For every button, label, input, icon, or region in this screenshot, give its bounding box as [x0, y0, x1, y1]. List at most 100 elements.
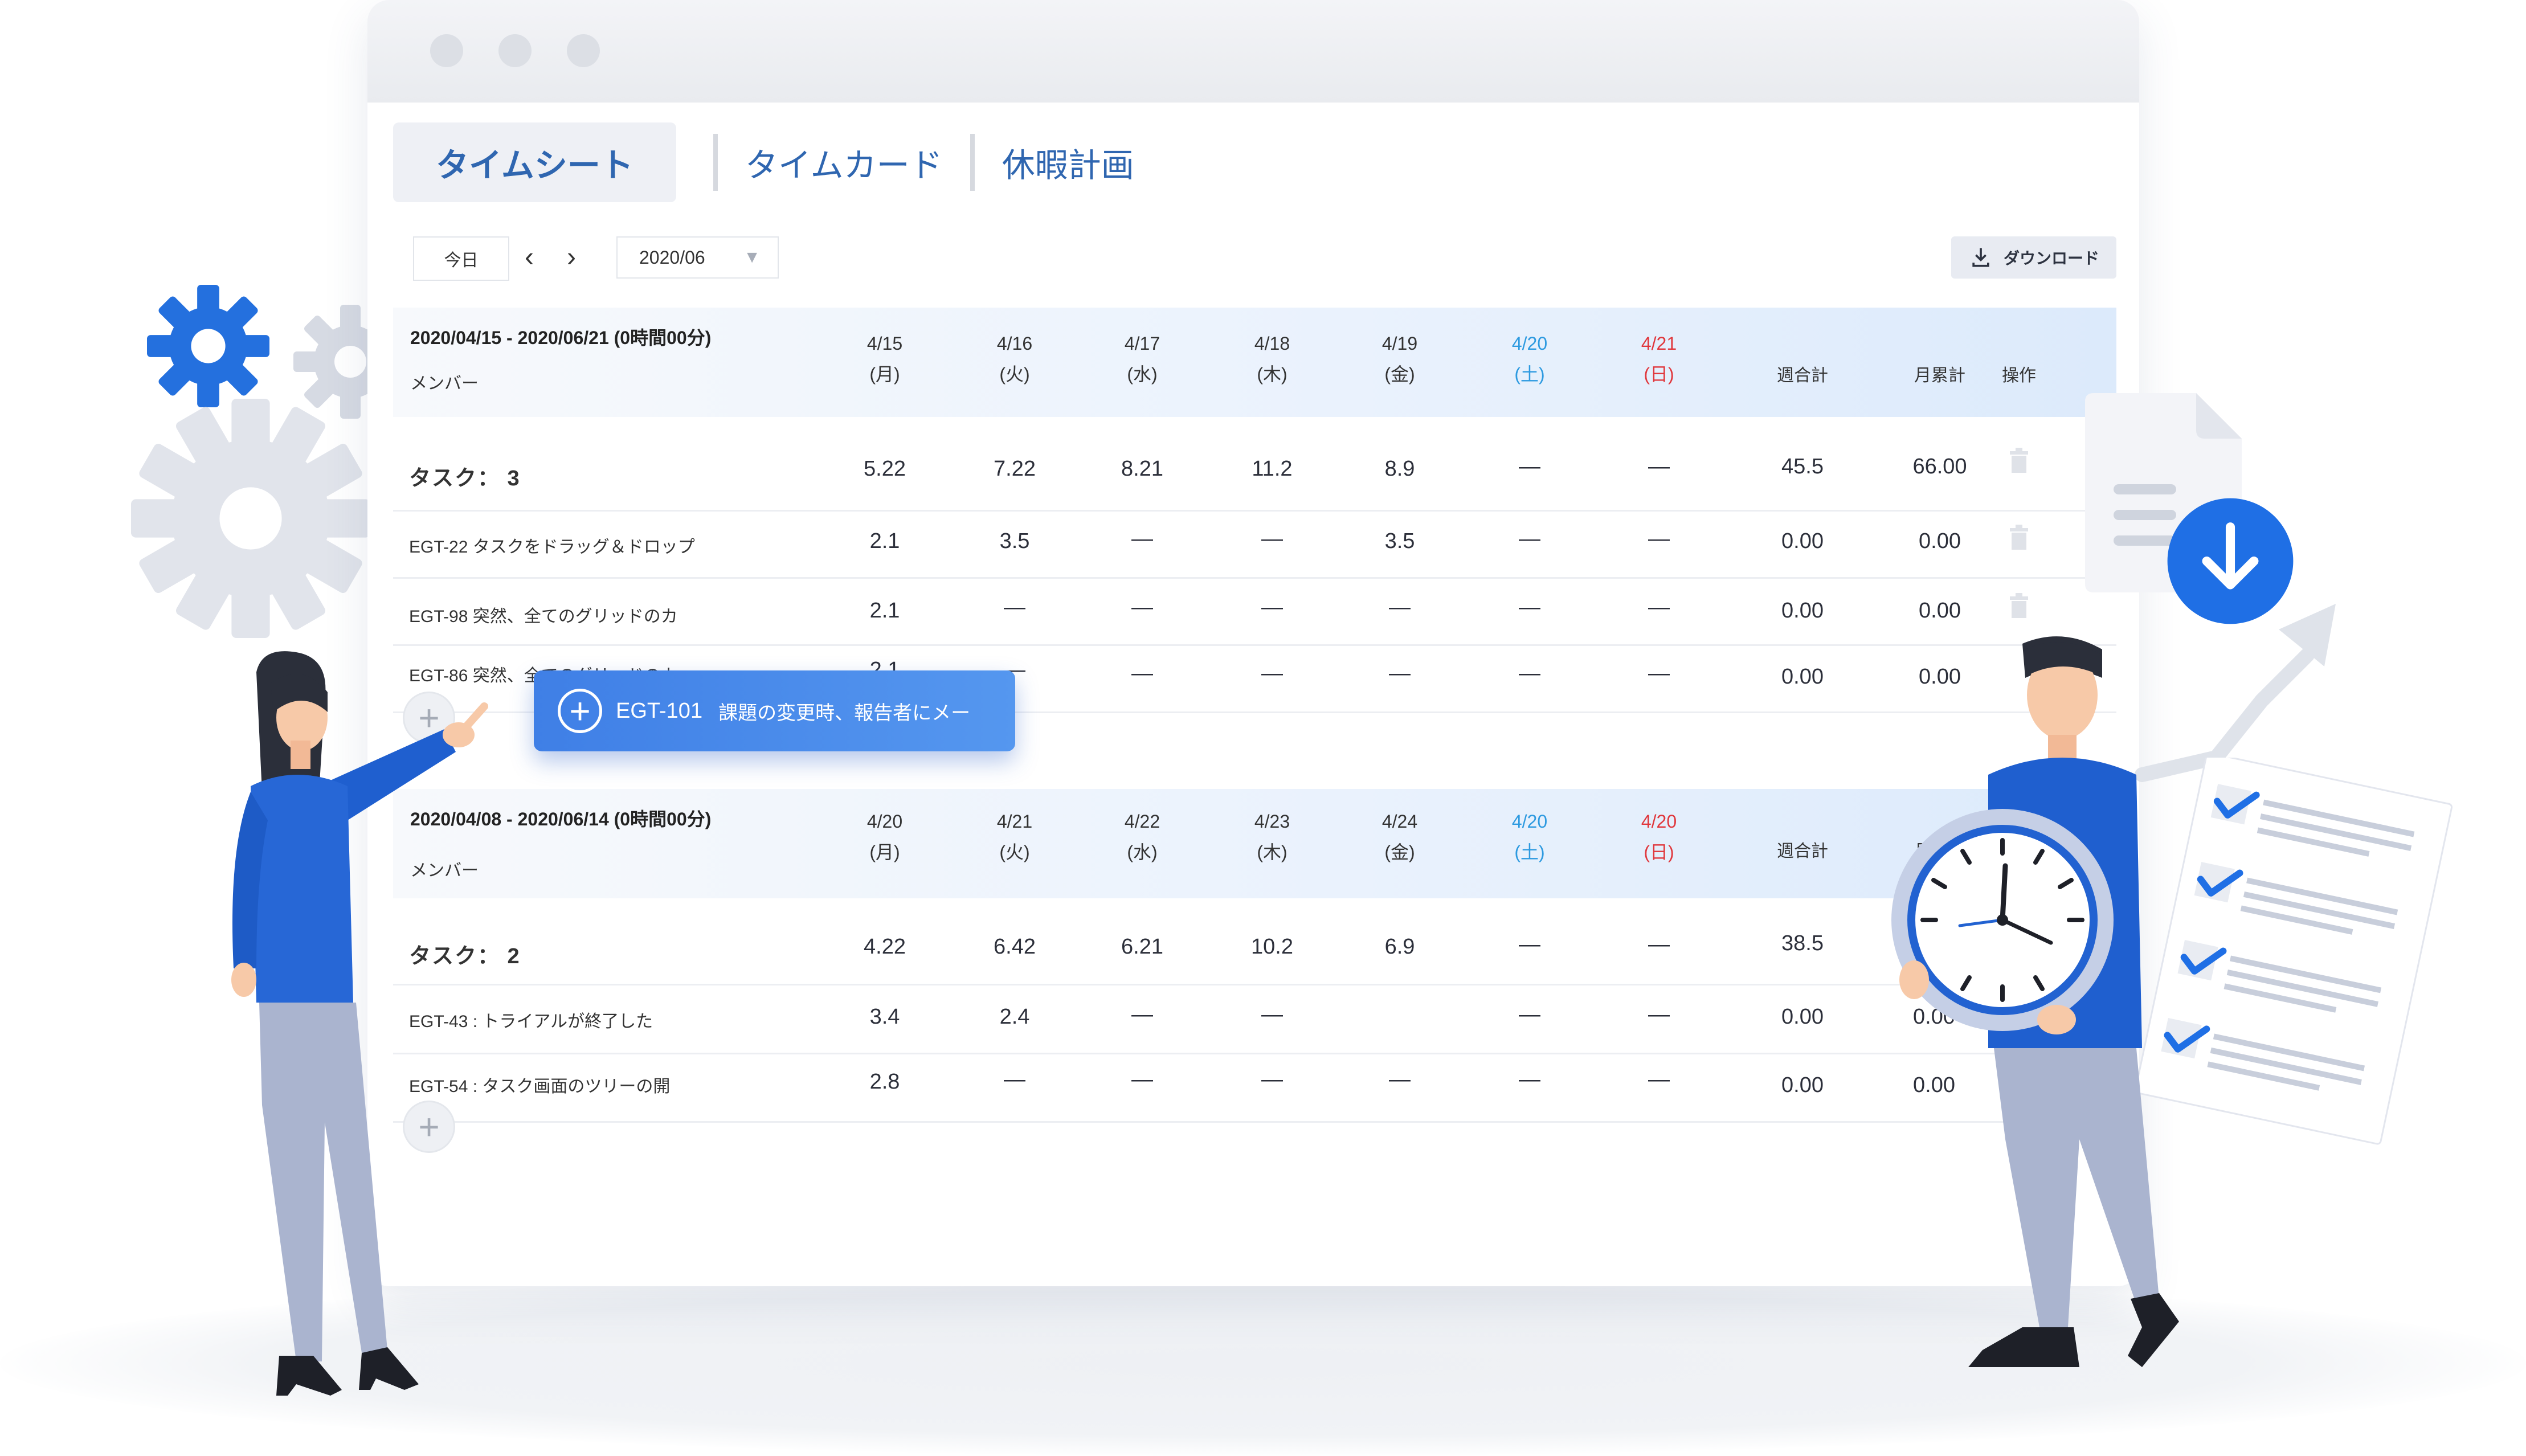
dragged-issue-card[interactable]: + EGT-101 課題の変更時、報告者にメー: [534, 670, 1015, 751]
time-cell[interactable]: —: [1360, 595, 1440, 620]
time-cell[interactable]: —: [1360, 661, 1440, 686]
time-cell[interactable]: —: [1619, 595, 1699, 620]
task-cell[interactable]: 6.21: [1102, 935, 1182, 959]
download-icon: [1972, 248, 1989, 267]
task-cell[interactable]: 10.2: [1232, 935, 1312, 959]
time-cell[interactable]: —: [1102, 1068, 1182, 1092]
window-control-dot[interactable]: [430, 34, 463, 67]
time-cell[interactable]: —: [1490, 661, 1569, 686]
app-window: タイムシート タイムカード 休暇計画 今日 ‹ › 2020/06 ▼ ダウンロ…: [367, 0, 2139, 1286]
tab-timesheet[interactable]: タイムシート: [393, 122, 676, 202]
time-cell[interactable]: —: [1232, 527, 1312, 551]
man-illustration: [1891, 636, 2179, 1367]
trash-icon[interactable]: [2009, 448, 2029, 473]
monthly-total: 66.00: [1912, 455, 1967, 478]
day-header: 4/24 (金): [1381, 811, 1418, 862]
time-cell[interactable]: —: [1232, 661, 1312, 686]
time-cell[interactable]: —: [1619, 1068, 1699, 1092]
weekly-total: 0.00: [1781, 529, 1824, 553]
time-cell[interactable]: —: [1232, 1068, 1312, 1092]
table-row[interactable]: EGT-22 タスクをドラッグ＆ドロップ 2.1 3.5 — — 3.5 — —…: [393, 510, 2116, 579]
time-cell[interactable]: —: [1102, 595, 1182, 620]
tab-divider: [970, 134, 975, 191]
task-cell[interactable]: 8.9: [1360, 457, 1440, 481]
table-row[interactable]: EGT-98 突然、全てのグリッドのカ 2.1 — — — — — — 0.00…: [393, 577, 2116, 646]
time-cell[interactable]: —: [975, 595, 1054, 620]
time-cell[interactable]: —: [1619, 527, 1699, 551]
day-header: 4/21 (火): [996, 811, 1033, 862]
week-header: 2020/04/08 - 2020/06/14 (0時間00分) メンバー 4/…: [393, 789, 2116, 898]
task-summary-row: タスク： 3 5.22 7.22 8.21 11.2 8.9 — — 45.5 …: [393, 422, 2116, 512]
time-cell[interactable]: —: [1619, 1003, 1699, 1027]
tab-divider: [713, 134, 718, 191]
time-cell[interactable]: 2.1: [845, 599, 925, 623]
weekly-total: 0.00: [1781, 665, 1824, 689]
task-cell[interactable]: —: [1490, 933, 1569, 957]
gear-icon: [147, 285, 269, 407]
time-cell[interactable]: —: [1619, 661, 1699, 686]
time-cell[interactable]: 3.5: [1360, 529, 1440, 554]
issue-name: EGT-22 タスクをドラッグ＆ドロップ: [409, 538, 695, 557]
issue-name: EGT-98 突然、全てのグリッドのカ: [409, 607, 678, 626]
task-cell[interactable]: —: [1490, 455, 1569, 479]
time-cell[interactable]: —: [1232, 595, 1312, 620]
tab-timecard[interactable]: タイムカード: [722, 122, 966, 202]
day-header-saturday: 4/20 (土): [1511, 333, 1548, 385]
task-cell[interactable]: —: [1619, 455, 1699, 479]
time-cell[interactable]: —: [1102, 661, 1182, 686]
plus-icon: +: [558, 689, 602, 733]
tab-bar: タイムシート タイムカード 休暇計画: [393, 122, 1157, 202]
dragged-issue-code: EGT-101: [616, 698, 703, 723]
task-cell[interactable]: 4.22: [845, 935, 925, 959]
task-cell[interactable]: 8.21: [1102, 457, 1182, 481]
weekly-total: 45.5: [1781, 455, 1824, 478]
task-cell[interactable]: —: [1619, 933, 1699, 957]
time-cell[interactable]: 3.5: [975, 529, 1054, 554]
time-cell[interactable]: 3.4: [845, 1005, 925, 1029]
month-select[interactable]: 2020/06 ▼: [616, 236, 779, 279]
download-button[interactable]: ダウンロード: [1951, 236, 2116, 279]
task-cell[interactable]: 5.22: [845, 457, 925, 481]
task-cell[interactable]: 7.22: [975, 457, 1054, 481]
trash-icon[interactable]: [2009, 593, 2029, 618]
day-header: 4/17 (水): [1124, 333, 1160, 385]
weekly-total-header: 週合計: [1777, 366, 1828, 385]
time-cell[interactable]: —: [975, 1068, 1054, 1092]
tab-leave-plan[interactable]: 休暇計画: [979, 122, 1157, 202]
time-cell[interactable]: —: [1102, 527, 1182, 551]
time-cell[interactable]: —: [1490, 527, 1569, 551]
monthly-total: 0.00: [1919, 599, 1961, 623]
next-arrow-icon[interactable]: ›: [567, 235, 576, 280]
time-cell[interactable]: —: [1490, 595, 1569, 620]
table-row[interactable]: EGT-54 : タスク画面のツリーの開 2.8 — — — — — — 0.0…: [393, 1054, 2116, 1123]
weekly-total-header: 週合計: [1777, 842, 1828, 861]
task-cell[interactable]: 6.42: [975, 935, 1054, 959]
dragged-issue-title: 課題の変更時、報告者にメー: [718, 702, 971, 724]
time-cell[interactable]: 2.1: [845, 529, 925, 554]
download-label: ダウンロード: [2003, 250, 2099, 267]
prev-arrow-icon[interactable]: ‹: [525, 235, 534, 280]
weekly-total: 0.00: [1781, 1073, 1824, 1097]
trash-icon[interactable]: [2009, 525, 2029, 550]
time-cell[interactable]: —: [1490, 1003, 1569, 1027]
time-cell[interactable]: —: [1360, 1068, 1440, 1092]
table-row[interactable]: EGT-43 : トライアルが終了した 3.4 2.4 — — — — 0.00…: [393, 985, 2116, 1054]
day-header-sunday: 4/21 (日): [1641, 333, 1677, 385]
month-select-value: 2020/06: [639, 247, 705, 268]
window-control-dot[interactable]: [567, 34, 600, 67]
week-range: 2020/04/15 - 2020/06/21 (0時間00分): [410, 328, 712, 348]
caret-down-icon: ▼: [743, 248, 761, 267]
time-cell[interactable]: 2.8: [845, 1070, 925, 1094]
time-cell[interactable]: —: [1232, 1003, 1312, 1027]
week-header: 2020/04/15 - 2020/06/21 (0時間00分) メンバー 4/…: [393, 308, 2116, 417]
time-cell[interactable]: —: [1490, 1068, 1569, 1092]
window-titlebar: [367, 0, 2139, 103]
day-header: 4/16 (火): [996, 333, 1033, 385]
time-cell[interactable]: —: [1102, 1003, 1182, 1027]
task-cell[interactable]: 11.2: [1232, 457, 1312, 481]
day-header-sunday: 4/20 (日): [1641, 811, 1677, 862]
today-button[interactable]: 今日: [413, 236, 509, 281]
time-cell[interactable]: 2.4: [975, 1005, 1054, 1029]
task-cell[interactable]: 6.9: [1360, 935, 1440, 959]
window-control-dot[interactable]: [498, 34, 532, 67]
